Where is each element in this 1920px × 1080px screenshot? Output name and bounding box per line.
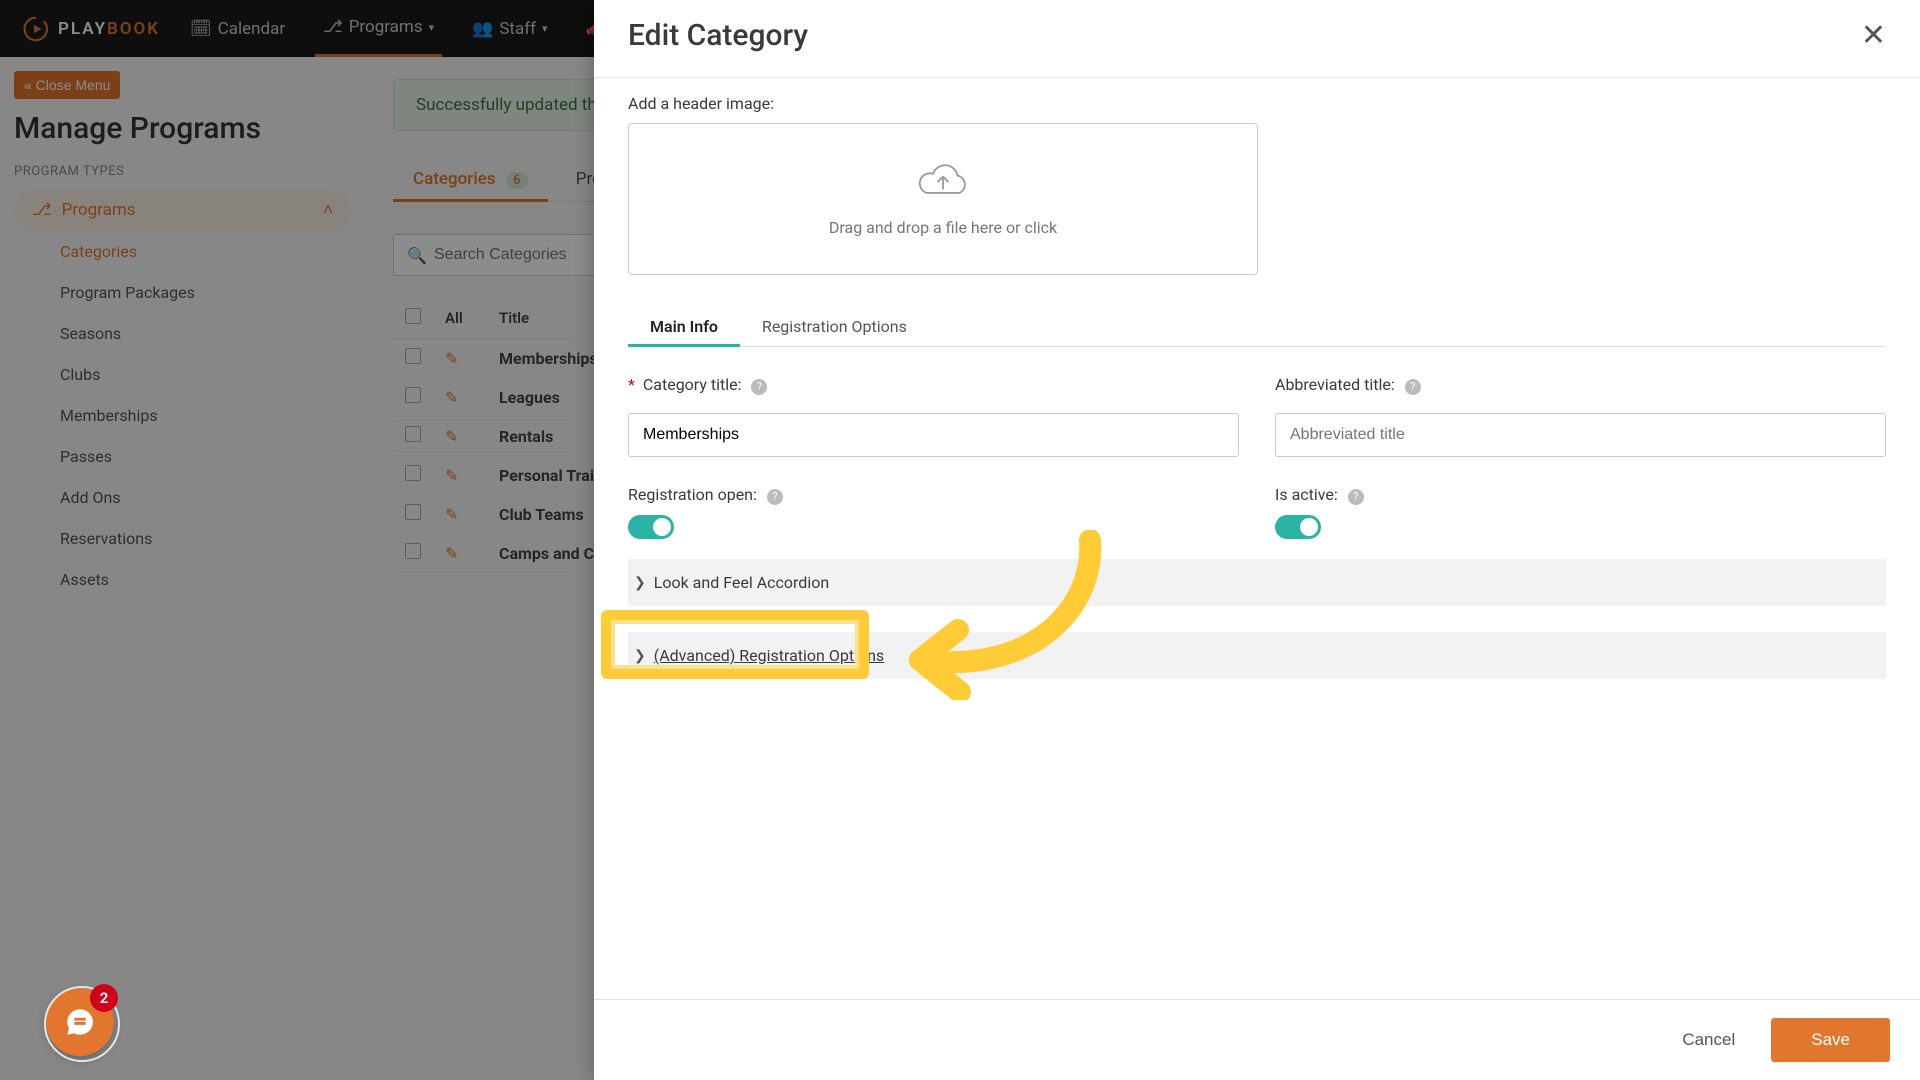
form-row-toggles: Registration open: ? Is active: ? xyxy=(628,485,1886,539)
help-icon[interactable]: ? xyxy=(767,489,783,505)
image-uploader[interactable]: Drag and drop a file here or click xyxy=(628,123,1258,275)
field-category-title: * Category title: ? xyxy=(628,375,1239,457)
uploader-hint: Drag and drop a file here or click xyxy=(829,218,1057,237)
cancel-button[interactable]: Cancel xyxy=(1664,1020,1753,1060)
chat-notification-badge: 2 xyxy=(90,984,118,1012)
save-button[interactable]: Save xyxy=(1771,1018,1890,1062)
field-is-active: Is active: ? xyxy=(1275,485,1886,539)
look-feel-accordion[interactable]: ❯ Look and Feel Accordion xyxy=(628,559,1886,606)
modal-tabs: Main Info Registration Options xyxy=(628,307,1886,347)
chevron-right-icon: ❯ xyxy=(632,575,648,591)
help-icon[interactable]: ? xyxy=(1405,379,1421,395)
modal-tab-registration[interactable]: Registration Options xyxy=(740,307,929,346)
chat-icon xyxy=(63,1005,97,1039)
form-row-titles: * Category title: ? Abbreviated title: ? xyxy=(628,375,1886,457)
required-asterisk: * xyxy=(628,375,635,394)
is-active-label: Is active: xyxy=(1275,485,1338,504)
abbrev-title-input[interactable] xyxy=(1275,413,1886,457)
help-icon[interactable]: ? xyxy=(1348,489,1364,505)
drawer-title: Edit Category xyxy=(628,18,808,53)
drawer-body: Add a header image: Drag and drop a file… xyxy=(594,78,1920,999)
field-abbrev-title: Abbreviated title: ? xyxy=(1275,375,1886,457)
help-icon[interactable]: ? xyxy=(751,379,767,395)
field-registration-open: Registration open: ? xyxy=(628,485,1239,539)
registration-open-label: Registration open: xyxy=(628,485,757,504)
is-active-toggle[interactable] xyxy=(1275,515,1321,539)
drawer-header: Edit Category ✕ xyxy=(594,0,1920,78)
abbrev-title-label: Abbreviated title: xyxy=(1275,375,1395,394)
chat-widget[interactable]: 2 xyxy=(46,988,114,1056)
close-icon[interactable]: ✕ xyxy=(1861,21,1886,51)
drawer-footer: Cancel Save xyxy=(594,999,1920,1080)
header-image-label: Add a header image: xyxy=(628,94,1886,113)
category-title-label: Category title: xyxy=(643,375,742,394)
category-title-input[interactable] xyxy=(628,413,1239,457)
look-feel-label: Look and Feel Accordion xyxy=(654,573,829,592)
edit-category-drawer: Edit Category ✕ Add a header image: Drag… xyxy=(594,0,1920,1080)
modal-tab-main-info[interactable]: Main Info xyxy=(628,307,740,346)
annotation-highlight xyxy=(601,610,869,679)
cloud-upload-icon xyxy=(913,162,973,202)
registration-open-toggle[interactable] xyxy=(628,515,674,539)
